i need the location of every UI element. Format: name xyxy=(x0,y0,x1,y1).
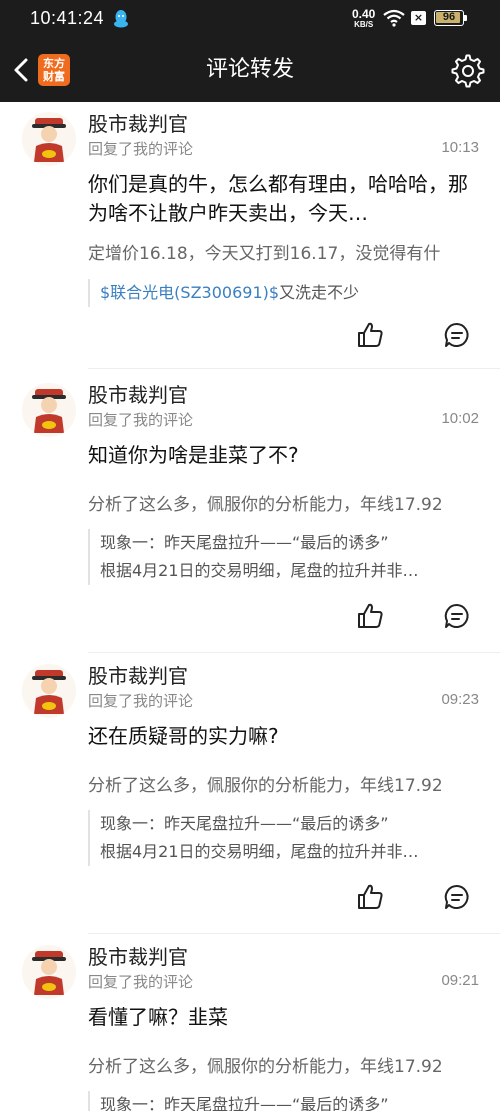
status-time: 10:41:24 xyxy=(30,8,105,28)
author-name[interactable]: 股市裁判官 xyxy=(88,108,188,137)
action-label: 回复了我的评论 xyxy=(88,140,194,158)
feed-item[interactable]: 股市裁判官 回复了我的评论 09:21 看懂了嘛？韭菜 分析了这么多，佩服你的分… xyxy=(0,935,500,1111)
quoted-post[interactable]: $联合光电(SZ300691)$又洗走不少 xyxy=(88,279,480,307)
author-name[interactable]: 股市裁判官 xyxy=(88,660,188,689)
timestamp: 10:02 xyxy=(441,410,479,427)
thumbs-up-icon[interactable] xyxy=(356,883,384,911)
network-speed: 0.40 KB/S xyxy=(352,7,376,30)
fortune-god-avatar-icon xyxy=(32,389,66,433)
action-label: 回复了我的评论 xyxy=(88,411,194,429)
quoted-post-line: 根据4月21日的交易明细，尾盘的拉升并非… xyxy=(100,561,419,580)
quoted-post[interactable]: 现象一：昨天尾盘拉升——“最后的诱多” 根据4月21日的交易明细，尾盘的拉升并非… xyxy=(88,810,480,866)
fortune-god-avatar-icon xyxy=(32,670,66,714)
quoted-post-line: 现象一：昨天尾盘拉升——“最后的诱多” xyxy=(100,533,389,552)
reply-text[interactable]: 知道你为啥是韭菜了不? xyxy=(88,441,468,471)
original-comment-excerpt[interactable]: 分析了这么多，佩服你的分析能力，年线17.92 xyxy=(88,771,500,796)
battery-icon: 96 xyxy=(434,10,464,26)
app-logo-line2: 财富 xyxy=(43,70,65,83)
avatar[interactable] xyxy=(22,112,76,166)
quoted-post-line: 现象一：昨天尾盘拉升——“最后的诱多” xyxy=(100,814,389,833)
item-divider xyxy=(88,368,500,369)
quoted-post[interactable]: 现象一：昨天尾盘拉升——“最后的诱多” 根据4月21日的交易明细，尾盘的拉升并非… xyxy=(88,529,480,585)
quoted-post-line: 根据4月21日的交易明细，尾盘的拉升并非… xyxy=(100,842,419,861)
qq-icon xyxy=(114,10,128,28)
no-sim-icon: × xyxy=(411,11,426,25)
app-logo[interactable]: 东方 财富 xyxy=(38,54,70,86)
original-comment-excerpt[interactable]: 定增价16.18，今天又打到16.17，没觉得有什 xyxy=(88,239,500,264)
timestamp: 09:23 xyxy=(441,691,479,708)
avatar[interactable] xyxy=(22,383,76,437)
feed-item[interactable]: 股市裁判官 回复了我的评论 10:13 你们是真的牛，怎么都有理由，哈哈哈，那为… xyxy=(0,102,500,383)
back-arrow-icon[interactable] xyxy=(8,52,36,88)
thumbs-up-icon[interactable] xyxy=(356,602,384,630)
quoted-post-text: 又洗走不少 xyxy=(279,283,360,302)
status-bar: 10:41:24 0.40 KB/S × 96 xyxy=(0,0,500,38)
author-name[interactable]: 股市裁判官 xyxy=(88,941,188,970)
timestamp: 10:13 xyxy=(441,139,479,156)
network-speed-unit: KB/S xyxy=(354,20,374,29)
battery-tip xyxy=(464,15,467,21)
stock-link[interactable]: $联合光电(SZ300691)$ xyxy=(100,283,279,302)
original-comment-excerpt[interactable]: 分析了这么多，佩服你的分析能力，年线17.92 xyxy=(88,1052,500,1077)
item-divider xyxy=(88,652,500,653)
item-divider xyxy=(88,933,500,934)
quoted-post[interactable]: 现象一：昨天尾盘拉升——“最后的诱多” xyxy=(88,1091,480,1111)
timestamp: 09:21 xyxy=(441,972,479,989)
comment-bubble-icon[interactable] xyxy=(443,602,471,630)
fortune-god-avatar-icon xyxy=(32,951,66,995)
action-label: 回复了我的评论 xyxy=(88,973,194,991)
quoted-post-line: 现象一：昨天尾盘拉升——“最后的诱多” xyxy=(100,1095,389,1111)
avatar[interactable] xyxy=(22,664,76,718)
thumbs-up-icon[interactable] xyxy=(356,321,384,349)
comment-bubble-icon[interactable] xyxy=(443,883,471,911)
top-nav-bar: 评论转发 东方 财富 xyxy=(0,38,500,102)
reply-text[interactable]: 还在质疑哥的实力嘛? xyxy=(88,722,468,752)
quoted-post-line: $联合光电(SZ300691)$又洗走不少 xyxy=(100,279,480,307)
gear-icon[interactable] xyxy=(451,54,485,88)
feed-item[interactable]: 股市裁判官 回复了我的评论 10:02 知道你为啥是韭菜了不? 分析了这么多，佩… xyxy=(0,373,500,654)
author-name[interactable]: 股市裁判官 xyxy=(88,379,188,408)
battery-level: 96 xyxy=(442,11,456,23)
comment-bubble-icon[interactable] xyxy=(443,321,471,349)
fortune-god-avatar-icon xyxy=(32,118,66,162)
avatar[interactable] xyxy=(22,945,76,999)
action-label: 回复了我的评论 xyxy=(88,692,194,710)
original-comment-excerpt[interactable]: 分析了这么多，佩服你的分析能力，年线17.92 xyxy=(88,490,500,515)
reply-text[interactable]: 你们是真的牛，怎么都有理由，哈哈哈，那为啥不让散户昨天卖出，今天… xyxy=(88,170,468,228)
feed-item[interactable]: 股市裁判官 回复了我的评论 09:23 还在质疑哥的实力嘛? 分析了这么多，佩服… xyxy=(0,654,500,935)
network-speed-value: 0.40 xyxy=(352,7,376,21)
app-logo-line1: 东方 xyxy=(43,57,65,70)
page-title: 评论转发 xyxy=(205,57,294,82)
wifi-icon xyxy=(383,9,405,27)
comment-feed[interactable]: 股市裁判官 回复了我的评论 10:13 你们是真的牛，怎么都有理由，哈哈哈，那为… xyxy=(0,102,500,1111)
reply-text[interactable]: 看懂了嘛？韭菜 xyxy=(88,1003,468,1033)
